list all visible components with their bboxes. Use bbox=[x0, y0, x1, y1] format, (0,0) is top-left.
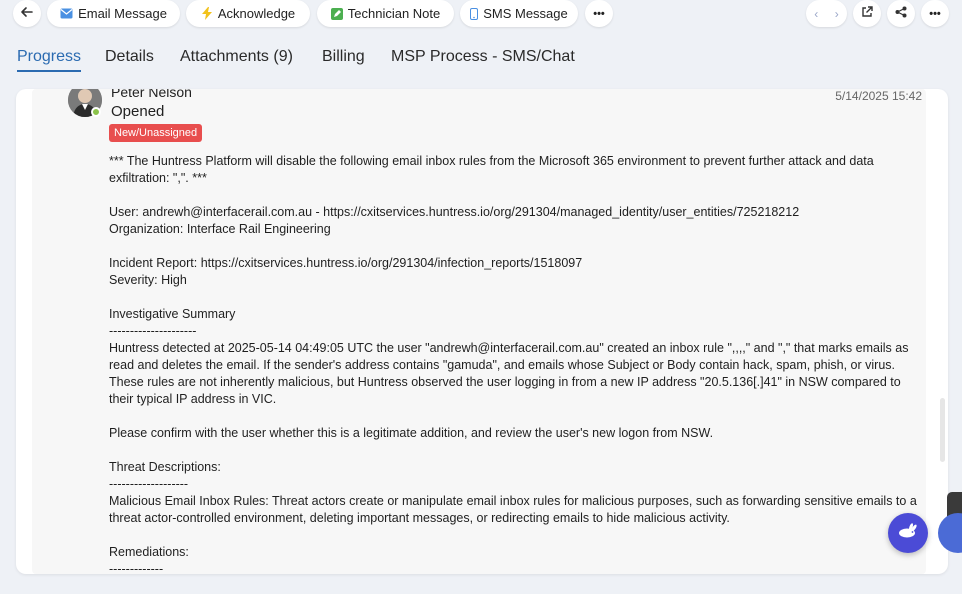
open-external-button[interactable] bbox=[853, 0, 881, 27]
progress-card: Peter Nelson Opened New/Unassigned 5/14/… bbox=[16, 89, 948, 574]
technician-note-label: Technician Note bbox=[347, 6, 441, 21]
action-toolbar: Email Message Acknowledge Technician Not… bbox=[0, 0, 962, 28]
progress-entry: Peter Nelson Opened New/Unassigned 5/14/… bbox=[32, 89, 926, 574]
entry-paragraph: Incident Report: https://cxitservices.hu… bbox=[109, 256, 583, 287]
chevron-right-icon[interactable]: › bbox=[835, 7, 839, 21]
tab-billing[interactable]: Billing bbox=[322, 46, 365, 72]
sms-message-button[interactable]: SMS Message bbox=[460, 0, 578, 27]
entry-paragraph: *** The Huntress Platform will disable t… bbox=[109, 154, 878, 185]
entry-timestamp: 5/14/2025 15:42 bbox=[835, 89, 922, 103]
envelope-icon bbox=[60, 8, 73, 19]
tab-msp-process[interactable]: MSP Process - SMS/Chat bbox=[391, 46, 575, 72]
note-icon bbox=[330, 7, 343, 20]
more-actions-button[interactable]: ••• bbox=[585, 0, 613, 27]
more-icon: ••• bbox=[929, 7, 941, 20]
more-icon: ••• bbox=[593, 7, 605, 20]
scrollbar-thumb[interactable] bbox=[940, 398, 945, 462]
entry-paragraph: Please confirm with the user whether thi… bbox=[109, 426, 714, 440]
entry-paragraph: Investigative Summary ------------------… bbox=[109, 307, 909, 406]
arrow-left-icon bbox=[20, 5, 34, 22]
share-icon bbox=[895, 6, 907, 21]
acknowledge-button[interactable]: Acknowledge bbox=[186, 0, 310, 27]
chevron-left-icon[interactable]: ‹ bbox=[814, 7, 818, 21]
entry-paragraph: User: andrewh@interfacerail.com.au - htt… bbox=[109, 205, 800, 236]
tab-progress[interactable]: Progress bbox=[17, 46, 82, 72]
entry-paragraph: Remediations: ------------- bbox=[109, 545, 189, 574]
back-button[interactable] bbox=[13, 0, 41, 27]
entry-author: Peter Nelson bbox=[111, 89, 192, 100]
ticket-tabs: Progress Details Attachments (9) Billing… bbox=[0, 46, 962, 74]
share-button[interactable] bbox=[887, 0, 915, 27]
tab-details[interactable]: Details bbox=[105, 46, 154, 72]
acknowledge-label: Acknowledge bbox=[217, 6, 296, 21]
entry-status: Opened bbox=[111, 103, 165, 120]
phone-icon bbox=[470, 7, 479, 20]
more-options-button[interactable]: ••• bbox=[921, 0, 949, 27]
lightning-icon bbox=[201, 7, 213, 20]
sms-message-label: SMS Message bbox=[483, 6, 568, 21]
assistant-button[interactable] bbox=[888, 513, 928, 553]
external-link-icon bbox=[861, 6, 873, 21]
online-status-dot bbox=[91, 107, 101, 117]
prev-next-navigation: ‹ › bbox=[806, 0, 847, 27]
email-message-label: Email Message bbox=[78, 6, 167, 21]
tab-attachments[interactable]: Attachments (9) bbox=[180, 46, 293, 72]
status-badge: New/Unassigned bbox=[109, 124, 203, 142]
email-message-button[interactable]: Email Message bbox=[47, 0, 180, 27]
rabbit-icon bbox=[897, 522, 919, 544]
entry-body: *** The Huntress Platform will disable t… bbox=[109, 153, 919, 574]
entry-paragraph: Threat Descriptions: -------------------… bbox=[109, 460, 917, 525]
technician-note-button[interactable]: Technician Note bbox=[317, 0, 454, 27]
